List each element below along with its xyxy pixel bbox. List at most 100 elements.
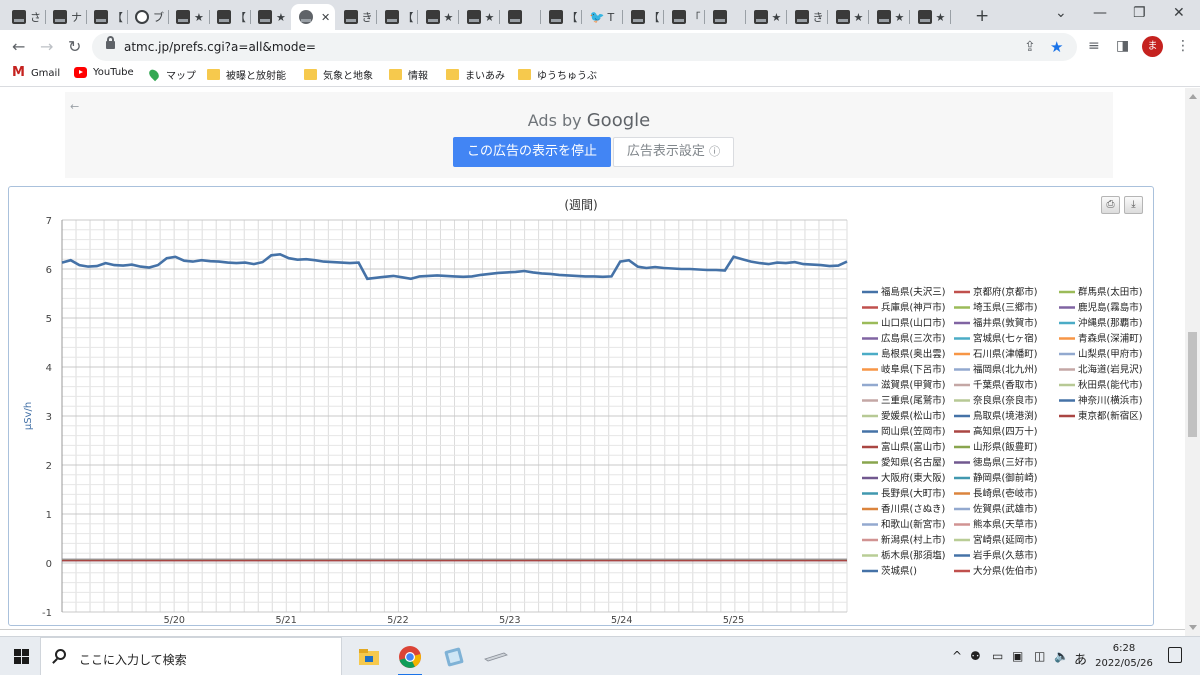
legend-item[interactable]: 鹿児島(霧島市) bbox=[1059, 302, 1142, 314]
bookmark-item[interactable]: YouTube bbox=[74, 67, 134, 78]
scroll-up-arrow-icon[interactable] bbox=[1189, 94, 1197, 99]
jet-app-taskbar-icon[interactable] bbox=[482, 644, 510, 670]
back-arrow-icon[interactable]: ← bbox=[12, 37, 25, 56]
legend-item[interactable]: 福島県(夫沢三) bbox=[862, 286, 945, 298]
legend-item[interactable]: 神奈川(横浜市) bbox=[1059, 395, 1142, 407]
side-panel-icon[interactable]: ◨ bbox=[1116, 38, 1129, 54]
profile-avatar[interactable]: ま bbox=[1142, 36, 1163, 57]
legend-item[interactable]: 岡山県(笠岡市) bbox=[862, 426, 945, 438]
legend-item[interactable]: 秋田県(能代市) bbox=[1059, 379, 1142, 391]
legend-item[interactable]: 鳥取県(境港渕) bbox=[954, 410, 1037, 422]
bookmark-item[interactable]: まいあみ bbox=[446, 67, 505, 82]
url-text[interactable]: atmc.jp/prefs.cgi?a=all&mode= bbox=[124, 40, 316, 54]
new-tab-button[interactable]: + bbox=[975, 6, 989, 26]
legend-item[interactable]: 静岡県(御前崎) bbox=[954, 472, 1037, 484]
browser-tab[interactable]: 🐦 T bbox=[582, 4, 623, 30]
legend-item[interactable]: 宮崎県(延岡市) bbox=[954, 534, 1037, 546]
browser-tab[interactable]: ★ bbox=[910, 4, 951, 30]
browser-tab[interactable]: ナ bbox=[45, 4, 86, 30]
browser-tab[interactable]: 【 bbox=[209, 4, 250, 30]
legend-item[interactable]: 沖縄県(那覇市) bbox=[1059, 317, 1142, 329]
notification-icon[interactable] bbox=[1168, 647, 1182, 663]
legend-item[interactable]: 徳島県(三好市) bbox=[954, 457, 1037, 469]
tab-search-icon[interactable]: ⌄ bbox=[1055, 5, 1067, 21]
bookmark-star-icon[interactable]: ★ bbox=[1050, 38, 1063, 56]
browser-tab[interactable]: ★ bbox=[459, 4, 500, 30]
page-scrollbar[interactable] bbox=[1185, 88, 1200, 636]
legend-item[interactable]: 千葉県(香取市) bbox=[954, 379, 1037, 391]
legend-item[interactable]: 愛知県(名古屋) bbox=[862, 457, 945, 469]
legend-item[interactable]: 京都府(京都市) bbox=[954, 286, 1037, 298]
browser-tab[interactable]: ★ bbox=[828, 4, 869, 30]
legend-item[interactable]: 埼玉県(三郷市) bbox=[954, 302, 1037, 314]
legend-item[interactable]: 島根県(奥出雲) bbox=[862, 348, 945, 360]
browser-tab[interactable]: 「 bbox=[664, 4, 705, 30]
app-taskbar-icon[interactable] bbox=[440, 644, 468, 670]
legend-item[interactable]: 和歌山(新宮市) bbox=[862, 519, 945, 531]
legend-item[interactable]: 山梨県(甲府市) bbox=[1059, 348, 1142, 360]
legend-item[interactable]: 佐賀県(武雄市) bbox=[954, 503, 1037, 515]
browser-tab[interactable]: ★ bbox=[869, 4, 910, 30]
legend-item[interactable]: 高知県(四万十) bbox=[954, 426, 1037, 438]
legend-item[interactable]: 長崎県(壱岐市) bbox=[954, 488, 1037, 500]
legend-item[interactable]: 広島県(三次市) bbox=[862, 333, 945, 345]
share-icon[interactable]: ⇪ bbox=[1024, 39, 1036, 55]
legend-item[interactable]: 福岡県(北九州) bbox=[954, 364, 1037, 376]
legend-item[interactable]: 山口県(山口市) bbox=[862, 317, 945, 329]
browser-tab[interactable]: 【 bbox=[623, 4, 664, 30]
close-tab-icon[interactable]: ✕ bbox=[321, 11, 330, 24]
legend-item[interactable]: 群馬県(太田市) bbox=[1059, 286, 1142, 298]
legend-item[interactable]: 愛媛県(松山市) bbox=[862, 410, 945, 422]
chrome-taskbar-icon[interactable] bbox=[396, 644, 424, 675]
browser-tab[interactable]: ★ bbox=[746, 4, 787, 30]
menu-kebab-icon[interactable]: ⋮ bbox=[1176, 38, 1190, 54]
bookmark-item[interactable]: 被曝と放射能 bbox=[207, 67, 286, 82]
browser-tab[interactable]: 【 bbox=[377, 4, 418, 30]
legend-item[interactable]: 大分県(佐伯市) bbox=[954, 565, 1037, 577]
scroll-down-arrow-icon[interactable] bbox=[1189, 625, 1197, 630]
browser-tab[interactable]: ブ bbox=[127, 4, 168, 30]
legend-item[interactable]: 新潟県(村上市) bbox=[862, 534, 945, 546]
ad-settings-button[interactable]: 広告表示設定 ⓘ bbox=[613, 137, 734, 167]
bookmark-item[interactable]: 情報 bbox=[389, 67, 428, 82]
legend-item[interactable]: 奈良県(奈良市) bbox=[954, 395, 1037, 407]
bookmark-item[interactable]: 気象と地象 bbox=[304, 67, 373, 82]
legend-item[interactable]: 東京都(新宿区) bbox=[1059, 410, 1142, 422]
restore-button[interactable]: ❐ bbox=[1133, 5, 1146, 21]
legend-item[interactable]: 熊本県(天草市) bbox=[954, 519, 1037, 531]
browser-tab[interactable]: 【 bbox=[86, 4, 127, 30]
meet-icon[interactable]: ◫ bbox=[1034, 649, 1045, 663]
browser-tab[interactable]: 【 bbox=[541, 4, 582, 30]
bookmark-item[interactable]: マップ bbox=[147, 67, 196, 82]
volume-icon[interactable]: 🔈 bbox=[1054, 649, 1069, 663]
stop-ad-button[interactable]: この広告の表示を停止 bbox=[453, 137, 611, 167]
legend-item[interactable]: 石川県(津幡町) bbox=[954, 348, 1037, 360]
minimize-button[interactable]: — bbox=[1093, 5, 1107, 21]
taskbar-clock[interactable]: 6:28 2022/05/26 bbox=[1094, 641, 1154, 671]
network-icon[interactable]: ▣ bbox=[1012, 649, 1023, 663]
legend-item[interactable]: 岩手県(久慈市) bbox=[954, 550, 1037, 562]
close-window-button[interactable]: ✕ bbox=[1173, 5, 1185, 21]
legend-item[interactable]: 栃木県(那須塩) bbox=[862, 550, 945, 562]
browser-tab[interactable]: き bbox=[787, 4, 828, 30]
forward-arrow-icon[interactable]: → bbox=[40, 37, 53, 56]
taskbar-search-box[interactable]: ここに入力して検索 bbox=[40, 637, 342, 675]
legend-item[interactable]: 北海道(岩見沢) bbox=[1059, 364, 1142, 376]
legend-item[interactable]: 富山県(富山市) bbox=[862, 441, 945, 453]
browser-tab[interactable] bbox=[705, 4, 746, 30]
bookmark-item[interactable]: M Gmail bbox=[12, 66, 60, 79]
browser-tab[interactable] bbox=[500, 4, 541, 30]
bookmark-item[interactable]: ゆうちゅうぶ bbox=[518, 67, 597, 82]
tray-chevron-icon[interactable]: ^ bbox=[952, 649, 962, 663]
legend-item[interactable]: 青森県(深浦町) bbox=[1059, 333, 1142, 345]
legend-item[interactable]: 兵庫県(神戸市) bbox=[862, 302, 945, 314]
tab-active[interactable]: ✕ bbox=[291, 4, 335, 30]
windows-start-icon[interactable] bbox=[14, 649, 29, 664]
lock-icon[interactable] bbox=[106, 36, 115, 49]
reload-icon[interactable]: ↻ bbox=[68, 37, 81, 56]
browser-tab[interactable]: ★ bbox=[418, 4, 459, 30]
browser-tab[interactable]: ★ bbox=[250, 4, 291, 30]
legend-item[interactable]: 宮城県(七ヶ宿) bbox=[954, 333, 1037, 345]
battery-icon[interactable]: ▭ bbox=[992, 649, 1003, 663]
browser-tab[interactable]: さ bbox=[4, 4, 45, 30]
